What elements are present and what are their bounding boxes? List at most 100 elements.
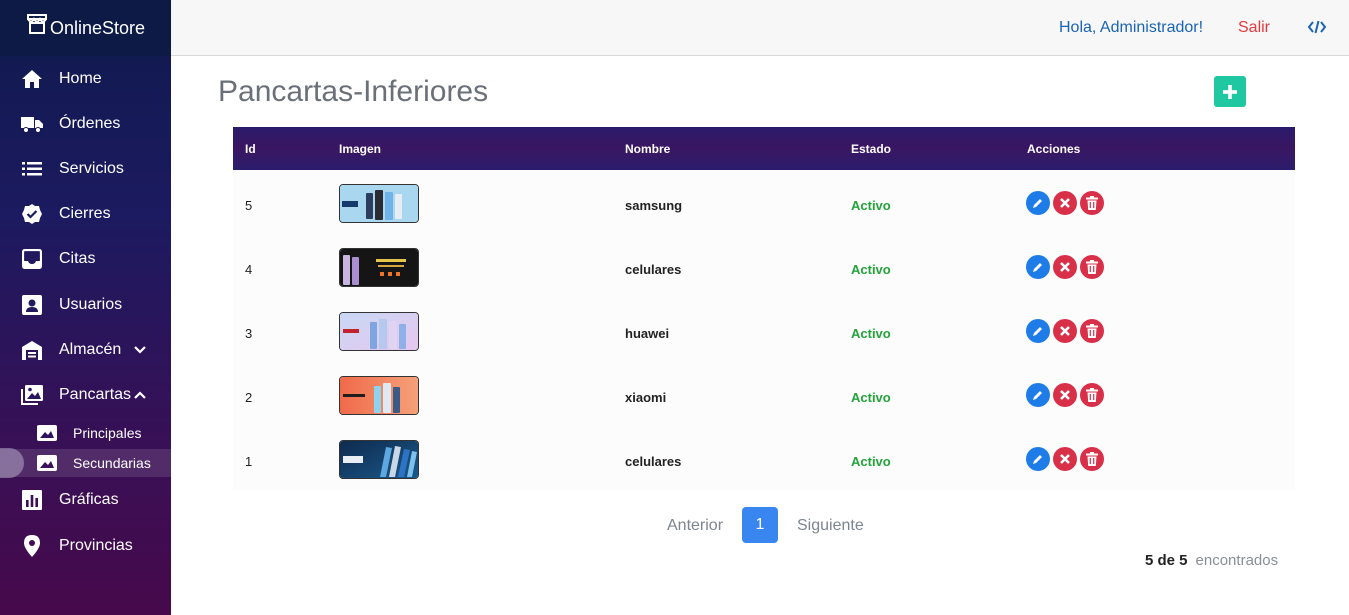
deactivate-button[interactable] (1053, 383, 1077, 407)
row-name: celulares (625, 454, 682, 469)
sidebar-item-provincias[interactable]: Provincias (0, 531, 171, 561)
table-row: 4 celulares Activo (233, 234, 1295, 298)
user-greeting[interactable]: Hola, Administrador! (1059, 19, 1203, 37)
sidebar-item-almacen[interactable]: Almacén (0, 335, 171, 365)
banner-thumbnail (339, 376, 419, 415)
logout-link[interactable]: Salir (1238, 19, 1270, 37)
row-state: Activo (851, 454, 891, 469)
edit-button[interactable] (1026, 191, 1050, 215)
image-icon (37, 423, 57, 443)
trash-icon (1086, 196, 1098, 210)
delete-button[interactable] (1080, 255, 1104, 279)
pencil-icon (1033, 199, 1042, 208)
results-count-value: 5 de 5 (1145, 552, 1188, 569)
column-header-id: Id (245, 142, 256, 156)
image-icon (37, 453, 57, 473)
table-row: 2 xiaomi Activo (233, 362, 1295, 426)
table-row: 1 celulares Activo (233, 426, 1295, 490)
row-id: 5 (245, 198, 253, 213)
sidebar-item-label: Citas (59, 250, 96, 267)
row-state: Activo (851, 198, 891, 213)
brand[interactable]: OnlineStore (0, 0, 171, 56)
inbox-icon (21, 248, 43, 270)
sidebar: OnlineStore Home Órdenes Servicios Cierr… (0, 0, 171, 615)
banner-thumbnail (339, 184, 419, 223)
code-icon[interactable] (1308, 19, 1326, 35)
list-icon (21, 158, 43, 180)
sidebar-item-citas[interactable]: Citas (0, 244, 171, 274)
truck-icon (21, 113, 43, 135)
sidebar-item-ordenes[interactable]: Órdenes (0, 109, 171, 139)
column-header-name: Nombre (625, 142, 671, 156)
deactivate-button[interactable] (1053, 191, 1077, 215)
sidebar-item-pancartas[interactable]: Pancartas (0, 380, 171, 410)
chevron-down-icon (134, 346, 146, 354)
sidebar-item-cierres[interactable]: Cierres (0, 199, 171, 229)
row-id: 2 (245, 390, 253, 405)
pencil-icon (1033, 263, 1042, 272)
column-header-actions: Acciones (1027, 142, 1081, 156)
delete-button[interactable] (1080, 319, 1104, 343)
trash-icon (1086, 388, 1098, 402)
home-icon (21, 68, 43, 90)
edit-button[interactable] (1026, 255, 1050, 279)
badge-check-icon (21, 203, 43, 225)
table-row: 3 huawei Activo (233, 298, 1295, 362)
pagination-page-1[interactable]: 1 (742, 507, 778, 543)
warehouse-icon (21, 339, 43, 361)
trash-icon (1086, 260, 1098, 274)
banners-table: Id Imagen Nombre Estado Acciones 5 samsu… (233, 127, 1295, 490)
sidebar-item-label: Órdenes (59, 115, 121, 132)
column-header-image: Imagen (339, 142, 382, 156)
row-name: huawei (625, 326, 670, 341)
row-name: xiaomi (625, 390, 667, 405)
pagination-previous[interactable]: Anterior (667, 517, 723, 535)
sidebar-item-label: Almacén (59, 341, 122, 358)
banner-thumbnail (339, 312, 419, 351)
plus-icon (1223, 84, 1237, 99)
results-count-label: encontrados (1195, 552, 1279, 569)
brand-name: OnlineStore (50, 17, 146, 38)
topbar: Hola, Administrador! Salir (171, 0, 1349, 56)
column-header-state: Estado (851, 142, 892, 156)
edit-button[interactable] (1026, 383, 1050, 407)
deactivate-button[interactable] (1053, 447, 1077, 471)
row-id: 1 (245, 454, 253, 469)
sidebar-subitem-secundarias[interactable]: Secundarias (0, 448, 171, 478)
sidebar-item-label: Usuarios (59, 296, 123, 313)
sidebar-subitem-principales[interactable]: Principales (0, 419, 171, 447)
close-icon (1060, 326, 1070, 336)
sidebar-item-label: Provincias (59, 537, 133, 554)
deactivate-button[interactable] (1053, 319, 1077, 343)
edit-button[interactable] (1026, 319, 1050, 343)
close-icon (1060, 454, 1070, 464)
images-icon (21, 384, 43, 406)
trash-icon (1086, 452, 1098, 466)
sidebar-subitem-label: Principales (73, 425, 142, 441)
row-state: Activo (851, 326, 891, 341)
close-icon (1060, 262, 1070, 272)
sidebar-item-servicios[interactable]: Servicios (0, 154, 171, 184)
add-banner-button[interactable] (1214, 76, 1246, 107)
sidebar-item-label: Cierres (59, 205, 111, 222)
delete-button[interactable] (1080, 383, 1104, 407)
delete-button[interactable] (1080, 447, 1104, 471)
edit-button[interactable] (1026, 447, 1050, 471)
page-title: Pancartas-Inferiores (218, 75, 489, 108)
store-icon (27, 14, 47, 34)
sidebar-item-usuarios[interactable]: Usuarios (0, 290, 171, 320)
chevron-up-icon (134, 391, 146, 399)
sidebar-item-graficas[interactable]: Gráficas (0, 485, 171, 515)
row-id: 4 (245, 262, 253, 277)
pencil-icon (1033, 455, 1042, 464)
row-id: 3 (245, 326, 253, 341)
deactivate-button[interactable] (1053, 255, 1077, 279)
pagination-next[interactable]: Siguiente (797, 517, 864, 535)
row-name: samsung (625, 198, 683, 213)
banner-thumbnail (339, 248, 419, 287)
delete-button[interactable] (1080, 191, 1104, 215)
sidebar-item-label: Pancartas (59, 386, 132, 403)
sidebar-item-label: Servicios (59, 160, 124, 177)
row-state: Activo (851, 262, 891, 277)
sidebar-item-home[interactable]: Home (0, 64, 171, 94)
